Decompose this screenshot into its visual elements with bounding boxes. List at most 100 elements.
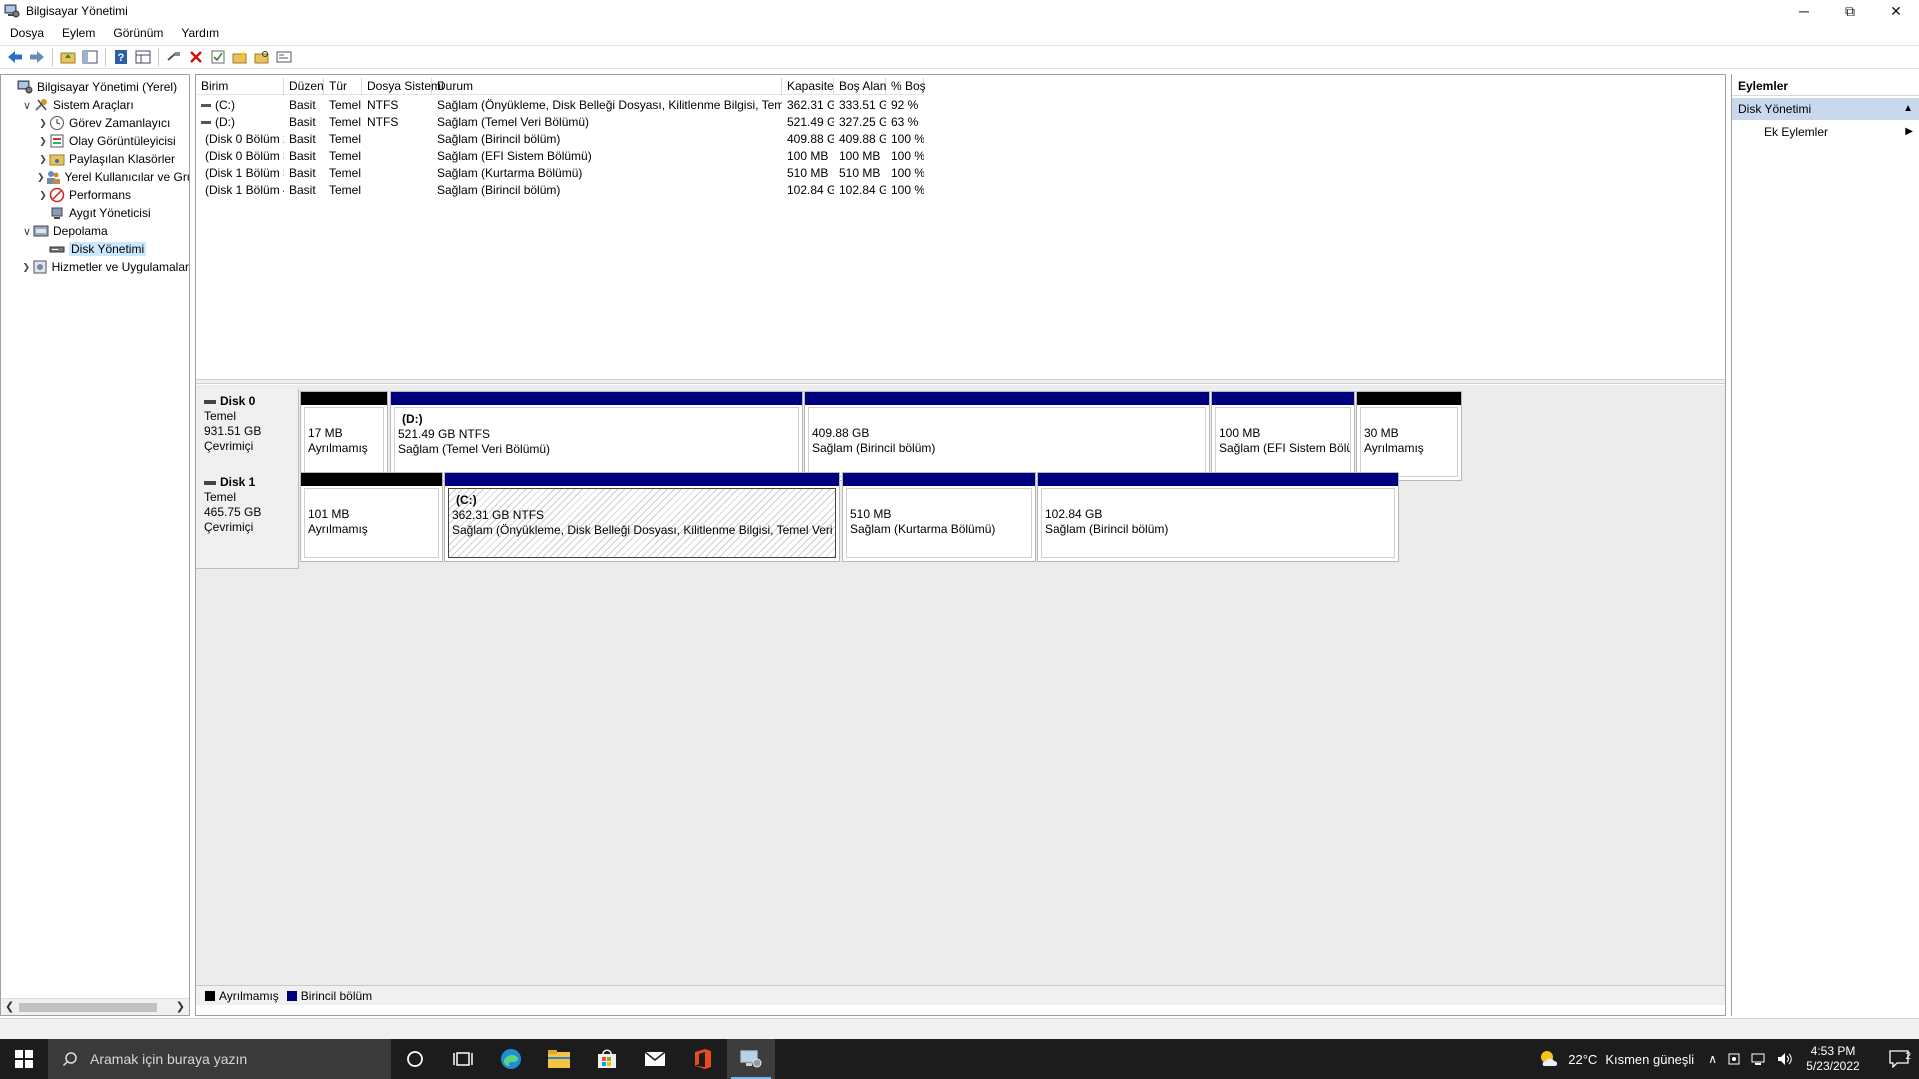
task-view-icon[interactable] bbox=[439, 1039, 487, 1079]
menu-dosya[interactable]: Dosya bbox=[4, 26, 50, 40]
tree-item-9[interactable]: Disk Yönetimi bbox=[1, 240, 189, 258]
volume-row[interactable]: (Disk 1 Bölüm 4) Basit Temel Sağlam (Birinc… bbox=[196, 182, 924, 199]
expand-chevron-icon[interactable]: ❯ bbox=[21, 261, 32, 273]
tree-horizontal-scrollbar[interactable]: ❮ ❯ bbox=[1, 998, 189, 1015]
device-manager-icon bbox=[49, 205, 65, 221]
check-properties-icon[interactable] bbox=[207, 47, 229, 67]
disk-label[interactable]: Disk 1 Temel 465.75 GB Çevrimiçi bbox=[196, 470, 299, 569]
tree-item-6[interactable]: ❯ Performans bbox=[1, 186, 189, 204]
actions-group-disk-management[interactable]: Disk Yönetimi ▲ bbox=[1732, 98, 1919, 120]
expand-chevron-icon[interactable]: ❯ bbox=[37, 117, 49, 129]
console-icon[interactable] bbox=[273, 47, 295, 67]
weather-widget[interactable]: 22°C Kısmen güneşli bbox=[1538, 1049, 1694, 1069]
expand-chevron-icon[interactable]: ❯ bbox=[37, 135, 49, 147]
tree-item-8[interactable]: ∨ Depolama bbox=[1, 222, 189, 240]
collapse-chevron-icon[interactable]: ∨ bbox=[21, 225, 33, 238]
tree-item-1[interactable]: ∨ Sistem Araçları bbox=[1, 96, 189, 114]
new-folder-icon[interactable] bbox=[229, 47, 251, 67]
search-folder-icon[interactable] bbox=[251, 47, 273, 67]
col-kapasite-header[interactable]: Kapasite bbox=[782, 78, 834, 95]
up-folder-icon[interactable] bbox=[57, 47, 79, 67]
col-bos-alan-cell: 102.84 GB bbox=[839, 183, 886, 197]
cortana-icon[interactable] bbox=[391, 1039, 439, 1079]
partition-1-0[interactable]: 101 MB Ayrılmamış bbox=[300, 472, 443, 562]
show-hide-tree-icon[interactable] bbox=[79, 47, 101, 67]
col-duzen-header[interactable]: Düzen bbox=[284, 78, 324, 95]
edge-browser-icon[interactable] bbox=[487, 1039, 535, 1079]
computer-management-taskbar-icon[interactable] bbox=[727, 1039, 775, 1079]
col-durum-header[interactable]: Durum bbox=[432, 78, 782, 95]
volume-row[interactable]: (C:) Basit Temel NTFS Sağlam (Önyükleme, Dis… bbox=[196, 97, 924, 114]
col-yuzde-bos-header[interactable]: % Boş bbox=[886, 78, 926, 95]
col-bos-alan-header[interactable]: Boş Alan bbox=[834, 78, 886, 95]
legend-unallocated-label: Ayrılmamış bbox=[219, 988, 279, 1003]
clock[interactable]: 4:53 PM 5/23/2022 bbox=[1801, 1044, 1865, 1074]
minimize-button[interactable]: ─ bbox=[1781, 0, 1827, 22]
file-explorer-icon[interactable] bbox=[535, 1039, 583, 1079]
taskbar-search-box[interactable]: Aramak için buraya yazın bbox=[48, 1039, 391, 1079]
col-birim-header[interactable]: Birim bbox=[196, 78, 284, 95]
show-hidden-icons-icon[interactable]: ∧ bbox=[1708, 1052, 1717, 1066]
volume-row[interactable]: (Disk 0 Bölüm 3) Basit Temel Sağlam (EFI Si… bbox=[196, 148, 924, 165]
col-tur-header[interactable]: Tür bbox=[324, 78, 362, 95]
menu-yardim[interactable]: Yardım bbox=[175, 26, 225, 40]
partition-0-2[interactable]: 409.88 GB Sağlam (Birincil bölüm) bbox=[804, 391, 1210, 481]
expand-chevron-icon[interactable]: ❯ bbox=[37, 171, 45, 183]
partition-1-1[interactable]: (C:) 362.31 GB NTFS Sağlam (Önyükleme, Dis… bbox=[444, 472, 840, 562]
tree-item-7[interactable]: Aygıt Yöneticisi bbox=[1, 204, 189, 222]
disk-size: 465.75 GB bbox=[204, 505, 262, 519]
more-actions-item[interactable]: Ek Eylemler ▶ bbox=[1732, 120, 1919, 144]
start-button[interactable] bbox=[0, 1039, 48, 1079]
mail-icon[interactable] bbox=[631, 1039, 679, 1079]
volume-name: (Disk 0 Bölüm 3) bbox=[205, 149, 284, 163]
volume-icon[interactable] bbox=[1777, 1052, 1793, 1066]
collapse-up-icon[interactable]: ▲ bbox=[1903, 98, 1913, 120]
expand-chevron-icon[interactable]: ❯ bbox=[37, 153, 49, 165]
office-icon[interactable] bbox=[679, 1039, 727, 1079]
partition-1-3[interactable]: 102.84 GB Sağlam (Birincil bölüm) bbox=[1037, 472, 1399, 562]
network-icon[interactable] bbox=[1751, 1052, 1767, 1066]
partition-1-2[interactable]: 510 MB Sağlam (Kurtarma Bölümü) bbox=[842, 472, 1036, 562]
partition-0-3[interactable]: 100 MBSağlam (EFI Sistem Bölümü) bbox=[1211, 391, 1355, 481]
menu-eylem[interactable]: Eylem bbox=[56, 26, 101, 40]
volume-row[interactable]: (D:) Basit Temel NTFS Sağlam (Temel Veri Böl… bbox=[196, 114, 924, 131]
expand-chevron-icon[interactable]: ❯ bbox=[37, 189, 49, 201]
notification-center-button[interactable]: 2 bbox=[1879, 1050, 1919, 1068]
tree-item-label: Aygıt Yöneticisi bbox=[69, 206, 151, 220]
volume-row[interactable]: (Disk 0 Bölüm 2) Basit Temel Sağlam (Birinc… bbox=[196, 131, 924, 148]
partition-0-0[interactable]: 17 MB Ayrılmamış bbox=[300, 391, 388, 481]
tree-item-0[interactable]: Bilgisayar Yönetimi (Yerel) bbox=[1, 78, 189, 96]
legend-primary-swatch bbox=[286, 990, 297, 1001]
back-icon[interactable] bbox=[4, 47, 26, 67]
collapse-chevron-icon[interactable]: ∨ bbox=[21, 99, 33, 112]
help-icon[interactable]: ? bbox=[110, 47, 132, 67]
security-icon[interactable] bbox=[1727, 1052, 1741, 1066]
partition-0-1[interactable]: (D:) 521.49 GB NTFS Sağlam (Temel Veri Böl… bbox=[390, 391, 803, 481]
col-birim-cell: (Disk 0 Bölüm 3) bbox=[196, 148, 284, 165]
partition-0-4[interactable]: 30 MB Ayrılmamış bbox=[1356, 391, 1462, 481]
pane-splitter[interactable] bbox=[196, 379, 1725, 384]
forward-icon[interactable] bbox=[26, 47, 48, 67]
restore-button[interactable]: ⧉ bbox=[1827, 0, 1873, 22]
volume-row[interactable]: (Disk 1 Bölüm 3) Basit Temel Sağlam (Kurtar… bbox=[196, 165, 924, 182]
partition-status: Sağlam (Önyükleme, Disk Belleği Dosyası,… bbox=[452, 523, 835, 537]
store-icon[interactable] bbox=[583, 1039, 631, 1079]
weather-description: Kısmen güneşli bbox=[1605, 1051, 1695, 1067]
scroll-right-icon[interactable]: ❯ bbox=[176, 1000, 185, 1013]
primary-partition-bar bbox=[1038, 473, 1398, 486]
tree-item-10[interactable]: ❯ Hizmetler ve Uygulamalar bbox=[1, 258, 189, 276]
menu-gorunum[interactable]: Görünüm bbox=[107, 26, 169, 40]
delete-icon[interactable] bbox=[185, 47, 207, 67]
connect-icon[interactable] bbox=[163, 47, 185, 67]
disk-size: 931.51 GB bbox=[204, 424, 262, 438]
close-button[interactable]: ✕ bbox=[1873, 0, 1919, 22]
col-dosya-sistemi-header[interactable]: Dosya Sistemi bbox=[362, 78, 444, 95]
scrollbar-thumb[interactable] bbox=[19, 1003, 157, 1012]
properties-grid-icon[interactable] bbox=[132, 47, 154, 67]
tree-item-5[interactable]: ❯ Yerel Kullanıcılar ve Gru bbox=[1, 168, 189, 186]
tree-item-label: Olay Görüntüleyicisi bbox=[69, 134, 176, 148]
scroll-left-icon[interactable]: ❮ bbox=[5, 1000, 14, 1013]
tree-item-3[interactable]: ❯ Olay Görüntüleyicisi bbox=[1, 132, 189, 150]
tree-item-4[interactable]: ❯ Paylaşılan Klasörler bbox=[1, 150, 189, 168]
tree-item-2[interactable]: ❯ Görev Zamanlayıcı bbox=[1, 114, 189, 132]
